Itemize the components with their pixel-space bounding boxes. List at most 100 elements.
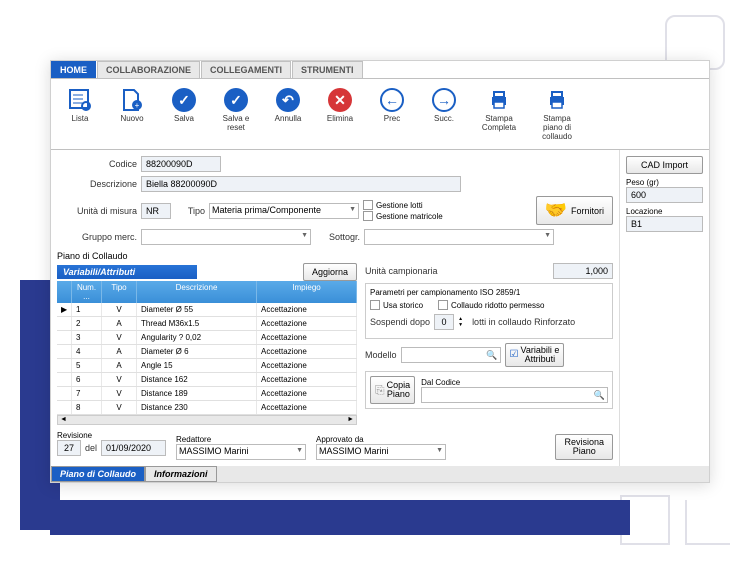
gruppo-label: Gruppo merc. [57,232,137,242]
prec-label: Prec [384,115,400,124]
tab-informazioni[interactable]: Informazioni [145,466,217,482]
variabili-header: Variabili/Attributi [57,265,197,279]
lotti-label: Gestione lotti [376,201,423,210]
fornitori-label: Fornitori [571,206,604,216]
revisiona-piano-button[interactable]: Revisiona Piano [555,434,613,460]
ribbon-tab-home[interactable]: HOME [51,61,96,78]
spinner-down[interactable]: ▼ [458,322,468,328]
succ-label: Succ. [434,115,454,124]
revisione-date[interactable]: 01/09/2020 [101,440,166,456]
descrizione-input[interactable]: Biella 88200090D [141,176,461,192]
redattore-select[interactable]: MASSIMO Marini [176,444,306,460]
stampa-piano-button[interactable]: Stampa piano di collaudo [529,85,585,143]
locazione-input[interactable]: B1 [626,216,703,232]
lotti-rinf-label: lotti in collaudo Rinforzato [472,317,575,327]
table-row[interactable]: 3 V Angularity ? 0,02 Accettazione [57,331,357,345]
approvato-label: Approvato da [316,435,446,444]
prev-icon: ← [379,87,405,113]
ridotto-checkbox[interactable] [438,300,448,310]
gruppo-select[interactable] [141,229,311,245]
modello-input[interactable]: 🔍 [401,347,501,363]
ribbon-tab-collab[interactable]: COLLABORAZIONE [97,61,200,78]
codice-input[interactable]: 88200090D [141,156,221,172]
ribbon-tabs: HOME COLLABORAZIONE COLLEGAMENTI STRUMEN… [51,61,709,79]
lista-button[interactable]: Lista [55,85,105,143]
sospendi-label: Sospendi dopo [370,317,430,327]
check-icon: ✓ [171,87,197,113]
cad-import-button[interactable]: CAD Import [626,156,703,174]
nuovo-button[interactable]: + Nuovo [107,85,157,143]
matricole-label: Gestione matricole [376,212,443,221]
new-icon: + [119,87,145,113]
revisione-num[interactable]: 27 [57,440,81,456]
grid-body[interactable]: ▶ 1 V Diameter Ø 55 Accettazione 2 A Thr… [57,303,357,415]
check-reset-icon: ✓ [223,87,249,113]
stampa-completa-button[interactable]: Stampa Completa [471,85,527,143]
stampa-completa-label: Stampa Completa [482,115,516,133]
aggiorna-button[interactable]: Aggiorna [303,263,357,281]
table-row[interactable]: 8 V Distance 230 Accettazione [57,401,357,415]
salva-label: Salva [174,115,194,124]
parametri-label: Parametri per campionamento ISO 2859/1 [370,288,608,297]
prec-button[interactable]: ← Prec [367,85,417,143]
print-icon [486,87,512,113]
tipo-select[interactable]: Materia prima/Componente [209,203,359,219]
dal-codice-label: Dal Codice [421,378,608,387]
ridotto-label: Collaudo ridotto permesso [451,301,544,310]
peso-input[interactable]: 600 [626,187,703,203]
copy-icon: ⎘ [375,384,385,396]
storico-checkbox[interactable] [370,300,380,310]
fornitori-button[interactable]: 🤝 Fornitori [536,196,613,225]
undo-icon: ↶ [275,87,301,113]
unita-input[interactable]: NR [141,203,171,219]
table-row[interactable]: 6 V Distance 162 Accettazione [57,373,357,387]
salva-reset-button[interactable]: ✓ Salva e reset [211,85,261,143]
svg-text:+: + [135,101,140,110]
annulla-button[interactable]: ↶ Annulla [263,85,313,143]
table-row[interactable]: ▶ 1 V Diameter Ø 55 Accettazione [57,303,357,317]
sottogr-select[interactable] [364,229,554,245]
lotti-checkbox[interactable] [363,200,373,210]
succ-button[interactable]: → Succ. [419,85,469,143]
list-icon [67,87,93,113]
table-row[interactable]: 4 A Diameter Ø 6 Accettazione [57,345,357,359]
table-row[interactable]: 5 A Angle 15 Accettazione [57,359,357,373]
toolbar: Lista + Nuovo ✓ Salva ✓ Salva e reset ↶ … [51,79,709,150]
copia-piano-button[interactable]: ⎘Copia Piano [370,376,415,404]
unita-label: Unità di misura [57,206,137,216]
redattore-label: Redattore [176,435,306,444]
unita-camp-label: Unità campionaria [365,266,438,276]
print-plan-icon [544,87,570,113]
salva-reset-label: Salva e reset [223,115,250,133]
grid-header: Num. ... Tipo Descrizione Impiego [57,281,357,303]
delete-icon: ✕ [327,87,353,113]
ribbon-tab-tools[interactable]: STRUMENTI [292,61,363,78]
elimina-label: Elimina [327,115,353,124]
sospendi-input[interactable]: 0 [434,314,454,330]
salva-button[interactable]: ✓ Salva [159,85,209,143]
bottom-tabs: Piano di Collaudo Informazioni [51,466,709,482]
handshake-icon: 🤝 [545,200,567,221]
table-row[interactable]: 7 V Distance 189 Accettazione [57,387,357,401]
scrollbar[interactable]: ◄► [57,415,357,425]
search-icon: 🔍 [486,350,497,361]
codice-label: Codice [57,159,137,169]
next-icon: → [431,87,457,113]
matricole-checkbox[interactable] [363,211,373,221]
descrizione-label: Descrizione [57,179,137,189]
variabili-attributi-button[interactable]: ☑Variabili e Attributi [505,343,565,367]
approvato-select[interactable]: MASSIMO Marini [316,444,446,460]
search-icon-2: 🔍 [594,390,605,401]
lista-label: Lista [72,115,89,124]
elimina-button[interactable]: ✕ Elimina [315,85,365,143]
piano-title: Piano di Collaudo [57,251,613,261]
dal-codice-input[interactable]: 🔍 [421,387,608,403]
checklist-icon: ☑ [510,350,519,360]
nuovo-label: Nuovo [120,115,143,124]
main-window: HOME COLLABORAZIONE COLLEGAMENTI STRUMEN… [50,60,710,483]
ribbon-tab-links[interactable]: COLLEGAMENTI [201,61,291,78]
table-row[interactable]: 2 A Thread M36x1.5 Accettazione [57,317,357,331]
unita-camp-input[interactable]: 1,000 [553,263,613,279]
tab-piano-collaudo[interactable]: Piano di Collaudo [51,466,145,482]
peso-label: Peso (gr) [626,178,703,187]
